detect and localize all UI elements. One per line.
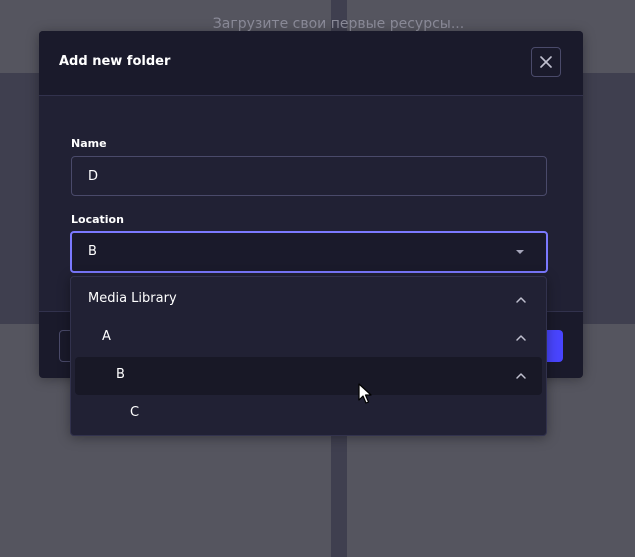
- tree-item-label: A: [102, 329, 111, 344]
- tree-item-label: Media Library: [88, 291, 177, 306]
- chevron-up-icon[interactable]: [514, 331, 528, 345]
- chevron-up-icon[interactable]: [514, 369, 528, 383]
- tree-item-c[interactable]: C: [75, 395, 542, 433]
- location-label: Location: [71, 213, 124, 226]
- dialog-title: Add new folder: [59, 54, 171, 69]
- mouse-pointer-icon: [358, 383, 372, 404]
- close-button[interactable]: [531, 47, 561, 77]
- name-input[interactable]: [71, 156, 547, 196]
- tree-item-label: B: [116, 367, 125, 382]
- location-selected-value: B: [88, 244, 97, 259]
- location-select[interactable]: B: [70, 231, 548, 273]
- chevron-up-icon[interactable]: [514, 293, 528, 307]
- tree-item-a[interactable]: A: [75, 319, 542, 357]
- dialog-header: Add new folder: [39, 31, 583, 96]
- empty-state-hint: Загрузите свои первые ресурсы...: [212, 16, 465, 32]
- tree-item-media-library[interactable]: Media Library: [75, 281, 542, 319]
- location-dropdown: Media Library A B C: [70, 276, 547, 436]
- tree-item-label: C: [130, 405, 140, 420]
- close-icon: [540, 56, 552, 68]
- name-label: Name: [71, 137, 107, 150]
- caret-down-icon: [516, 250, 524, 254]
- tree-item-b[interactable]: B: [75, 357, 542, 395]
